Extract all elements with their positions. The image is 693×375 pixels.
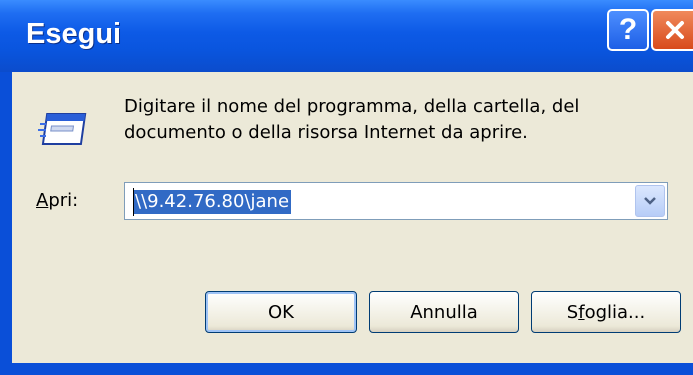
window-bottom-border	[0, 363, 693, 375]
dropdown-button[interactable]	[635, 185, 665, 217]
description-text: Digitare il nome del programma, della ca…	[124, 94, 644, 146]
help-icon: ?	[618, 13, 638, 46]
cancel-button-label: Annulla	[410, 301, 478, 323]
browse-button-label: Sfoglia...	[567, 302, 645, 323]
description-line: Digitare il nome del programma, della ca…	[124, 96, 580, 117]
open-label-accelerator: A	[36, 190, 49, 211]
browse-label-part: oglia...	[584, 301, 646, 323]
close-button[interactable]	[651, 9, 693, 51]
cancel-button[interactable]: Annulla	[369, 291, 519, 333]
text-caret	[133, 188, 134, 216]
browse-button[interactable]: Sfoglia...	[531, 291, 681, 333]
close-icon	[666, 21, 684, 39]
ok-button-label: OK	[268, 301, 294, 323]
help-button[interactable]: ?	[607, 9, 649, 51]
window-title: Esegui	[26, 18, 122, 50]
title-bar[interactable]: Esegui ?	[0, 0, 693, 72]
open-combobox[interactable]: \\9.42.76.80\jane	[124, 182, 668, 220]
ok-button[interactable]: OK	[205, 291, 357, 333]
open-label-text: pri:	[48, 190, 79, 211]
open-label: Apri:	[36, 190, 78, 211]
open-input-value: \\9.42.76.80\jane	[133, 190, 292, 214]
browse-label-part: S	[566, 301, 579, 323]
description-line: documento o della risorsa Internet da ap…	[124, 122, 528, 143]
open-input[interactable]: \\9.42.76.80\jane	[133, 190, 292, 214]
run-dialog-window: Esegui ? Digitare il nome del programma,…	[0, 0, 693, 375]
run-icon	[38, 108, 90, 156]
chevron-down-icon	[644, 197, 656, 205]
